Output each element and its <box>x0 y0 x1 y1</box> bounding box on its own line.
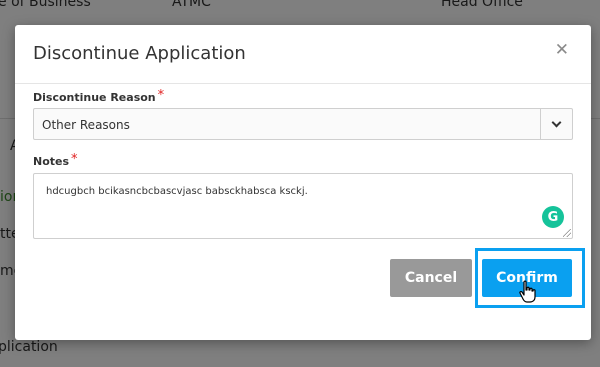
dialog-title: Discontinue Application <box>33 43 246 64</box>
reason-select-value: Other Reasons <box>42 118 130 132</box>
notes-text: hdcugbch bcikasncbcbascvjasc babsckhabsc… <box>46 186 308 197</box>
hand-cursor-icon <box>519 280 536 303</box>
chevron-down-icon[interactable] <box>540 109 572 139</box>
required-marker: * <box>157 88 165 103</box>
discontinue-reason-select[interactable]: Other Reasons <box>33 108 573 140</box>
notes-label: Notes * <box>33 152 78 169</box>
notes-label-text: Notes <box>33 155 70 168</box>
notes-textarea[interactable]: hdcugbch bcikasncbcbascvjasc babsckhabsc… <box>33 173 573 239</box>
required-marker: * <box>71 152 78 167</box>
header-divider <box>15 83 591 84</box>
reason-label: Discontinue Reason * <box>33 88 165 105</box>
resize-handle-icon[interactable] <box>563 229 571 237</box>
grammarly-icon[interactable]: G <box>542 206 564 228</box>
close-icon[interactable]: ✕ <box>555 42 569 59</box>
reason-label-text: Discontinue Reason <box>33 91 156 104</box>
cancel-button[interactable]: Cancel <box>390 259 472 297</box>
